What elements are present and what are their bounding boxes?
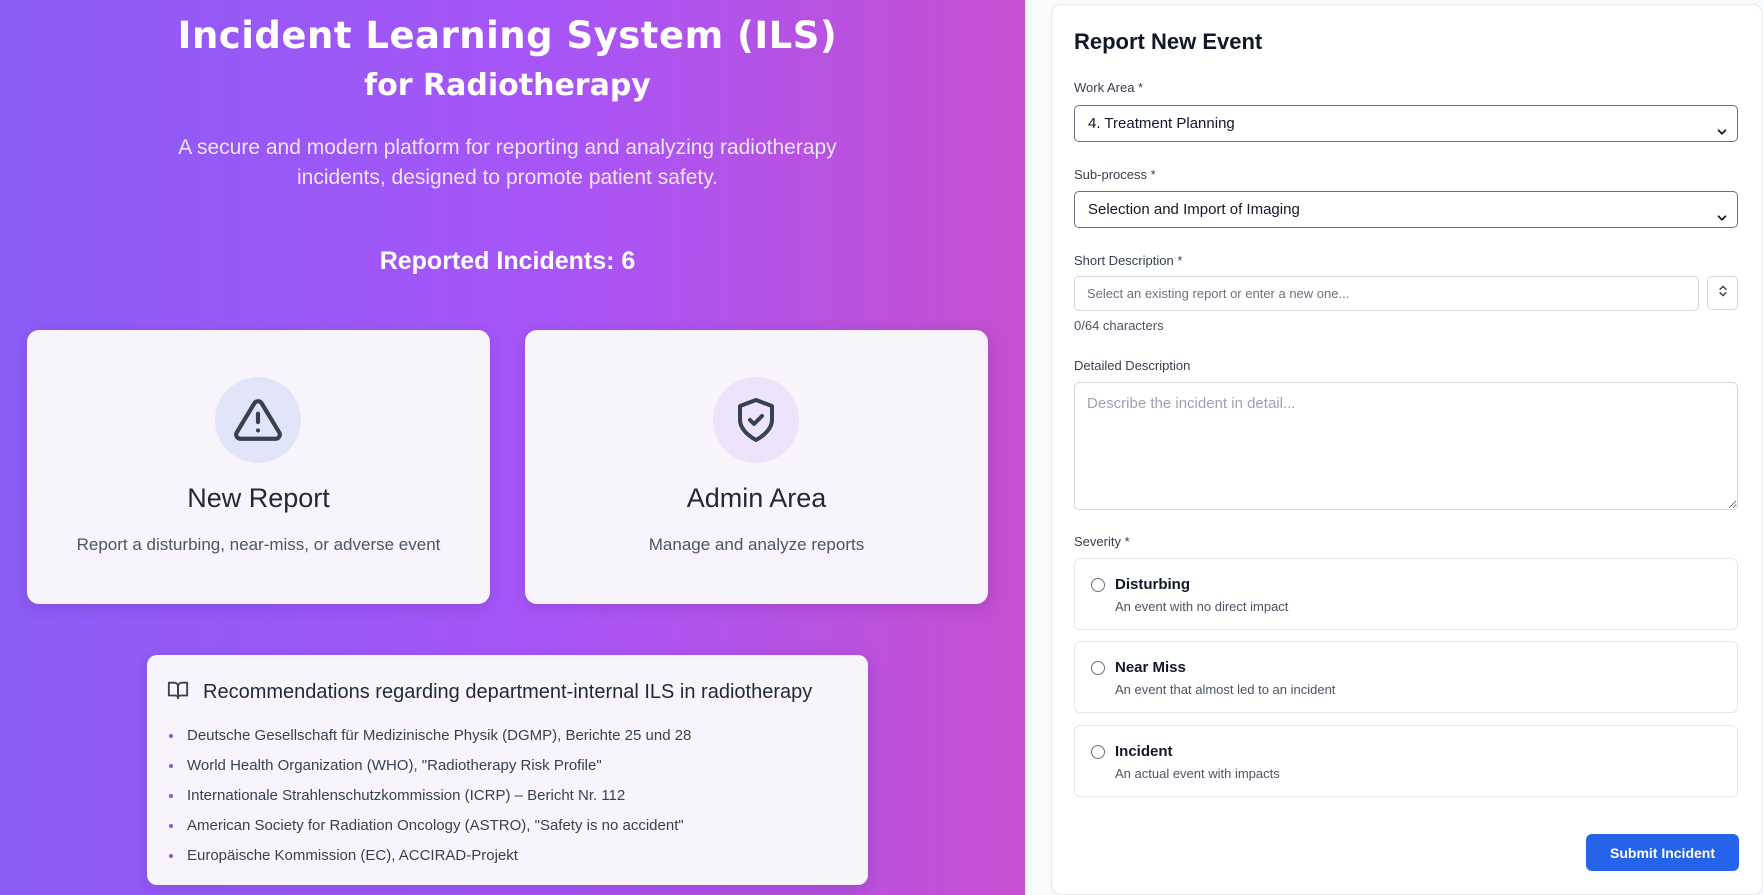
form-title: Report New Event — [1074, 29, 1263, 54]
severity-option-disturbing[interactable]: Disturbing An event with no direct impac… — [1074, 558, 1738, 630]
sub-process-select[interactable]: Selection and Import of Imaging — [1074, 191, 1738, 228]
severity-name: Disturbing — [1115, 576, 1190, 593]
new-report-description: Report a disturbing, near-miss, or adver… — [76, 535, 441, 554]
sub-process-label: Sub-process * — [1074, 167, 1156, 182]
shield-check-icon — [713, 377, 799, 463]
work-area-select[interactable]: 4. Treatment Planning — [1074, 105, 1738, 142]
severity-description: An event that almost led to an incident — [1115, 682, 1336, 697]
short-description-label: Short Description * — [1074, 253, 1183, 268]
new-report-title: New Report — [187, 483, 330, 513]
short-description-input[interactable] — [1074, 276, 1699, 311]
severity-radio[interactable] — [1091, 578, 1105, 592]
severity-label: Severity * — [1074, 534, 1130, 549]
reported-incidents-count: Reported Incidents: 6 — [379, 247, 636, 275]
severity-option-near-miss[interactable]: Near Miss An event that almost led to an… — [1074, 641, 1738, 713]
list-item: Europäische Kommission (EC), ACCIRAD-Pro… — [169, 841, 691, 871]
sub-process-value: Selection and Import of Imaging — [1088, 201, 1300, 218]
recommendations-title: Recommendations regarding department-int… — [203, 681, 813, 703]
page-subtitle: for Radiotherapy — [364, 68, 651, 103]
list-item: World Health Organization (WHO), "Radiot… — [169, 751, 691, 781]
chevron-down-icon — [1715, 117, 1729, 152]
page-title: Incident Learning System (ILS) — [177, 14, 838, 57]
open-book-icon — [167, 679, 189, 706]
admin-area-description: Manage and analyze reports — [648, 535, 865, 554]
admin-area-card[interactable]: Admin Area Manage and analyze reports — [525, 330, 988, 604]
admin-area-title: Admin Area — [686, 483, 827, 513]
chevron-down-icon — [1715, 203, 1729, 238]
recommendations-box: Recommendations regarding department-int… — [147, 655, 868, 885]
detailed-description-label: Detailed Description — [1074, 358, 1191, 373]
new-report-card[interactable]: New Report Report a disturbing, near-mis… — [27, 330, 490, 604]
severity-option-incident[interactable]: Incident An actual event with impacts — [1074, 725, 1738, 797]
recommendations-header: Recommendations regarding department-int… — [167, 679, 812, 706]
severity-description: An event with no direct impact — [1115, 599, 1289, 614]
work-area-value: 4. Treatment Planning — [1088, 115, 1235, 132]
recommendations-list: Deutsche Gesellschaft für Medizinische P… — [169, 721, 691, 871]
severity-radio[interactable] — [1091, 661, 1105, 675]
detailed-description-textarea[interactable] — [1074, 382, 1738, 510]
chevron-up-down-icon — [1716, 284, 1730, 303]
severity-name: Incident — [1115, 743, 1173, 760]
severity-radio[interactable] — [1091, 745, 1105, 759]
severity-description: An actual event with impacts — [1115, 766, 1280, 781]
hero-section: Incident Learning System (ILS) for Radio… — [0, 0, 1025, 895]
submit-incident-button[interactable]: Submit Incident — [1586, 834, 1739, 871]
warning-triangle-icon — [215, 377, 301, 463]
suggestions-toggle-button[interactable] — [1707, 276, 1738, 310]
work-area-label: Work Area * — [1074, 80, 1144, 95]
hero-description: A secure and modern platform for reporti… — [178, 136, 837, 189]
character-count: 0/64 characters — [1074, 318, 1164, 333]
list-item: American Society for Radiation Oncology … — [169, 811, 691, 841]
list-item: Deutsche Gesellschaft für Medizinische P… — [169, 721, 691, 751]
list-item: Internationale Strahlenschutzkommission … — [169, 781, 691, 811]
severity-name: Near Miss — [1115, 659, 1186, 676]
